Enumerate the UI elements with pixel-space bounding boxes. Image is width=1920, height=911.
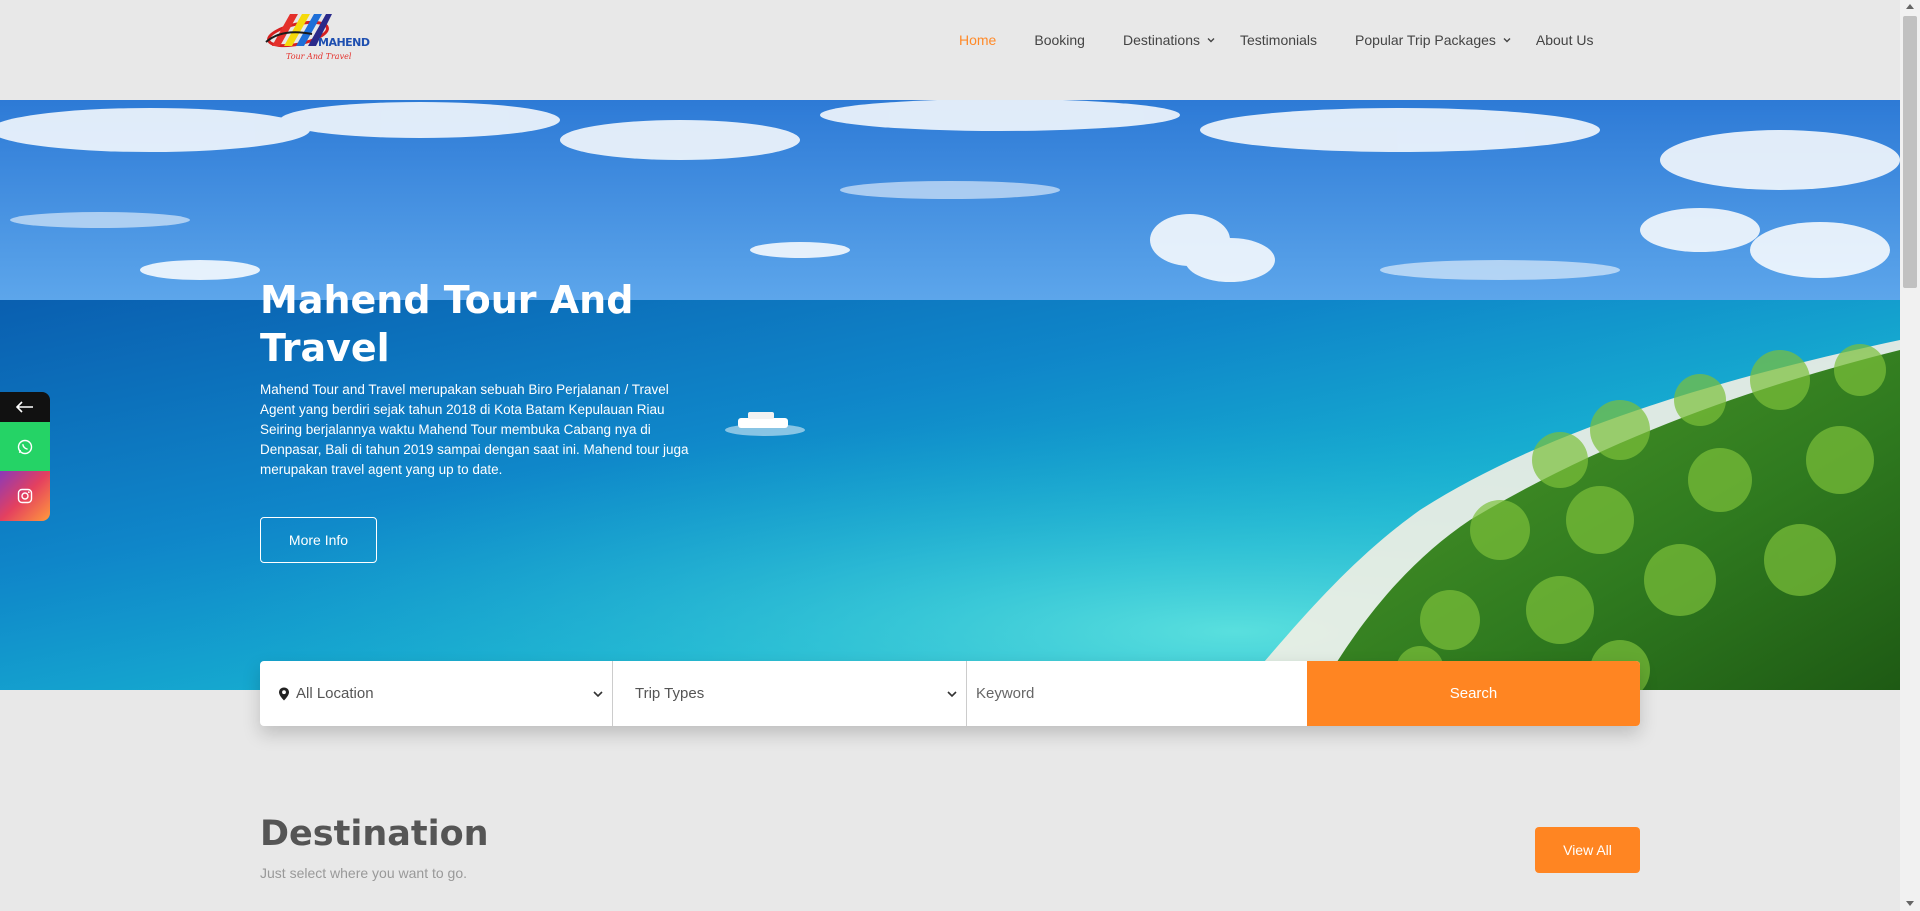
nav-about-us[interactable]: About Us: [1536, 32, 1594, 48]
nav-booking-label: Booking: [1034, 32, 1085, 48]
scroll-up-arrow-icon[interactable]: [1906, 4, 1914, 9]
hero-title: Mahend Tour And Travel: [260, 278, 634, 370]
nav-testimonials-label: Testimonials: [1240, 32, 1318, 48]
chevron-down-icon: [593, 691, 603, 698]
view-all-button[interactable]: View All: [1535, 827, 1640, 873]
whatsapp-icon: [17, 439, 33, 454]
arrow-left-icon: [16, 401, 33, 413]
chevron-down-icon: [947, 691, 957, 698]
map-pin-icon: [279, 687, 289, 700]
section-subtitle-destination: Just select where you want to go.: [260, 865, 467, 881]
more-info-button[interactable]: More Info: [260, 517, 377, 563]
nav-destinations[interactable]: Destinations: [1123, 32, 1216, 48]
search-button[interactable]: Search: [1307, 661, 1640, 726]
nav-about-us-label: About Us: [1535, 32, 1594, 48]
instagram-button[interactable]: [0, 471, 50, 521]
trip-types-select[interactable]: Trip Types: [613, 661, 967, 726]
nav-home-label: Home: [959, 32, 997, 48]
nav-popular-trip-packages-label: Popular Trip Packages: [1355, 32, 1496, 48]
scroll-down-arrow-icon[interactable]: [1906, 901, 1914, 906]
location-select-value: All Location: [296, 685, 374, 702]
chevron-down-icon: [1207, 38, 1215, 43]
nav-testimonials[interactable]: Testimonials: [1240, 32, 1317, 48]
page-scrollbar[interactable]: [1900, 0, 1920, 911]
instagram-icon: [17, 488, 33, 504]
nav-destinations-label: Destinations: [1122, 32, 1200, 48]
logo-tagline: Tour And Travel: [286, 52, 352, 61]
chevron-down-icon: [1503, 38, 1511, 43]
hero-banner: Mahend Tour And Travel Mahend Tour and T…: [0, 100, 1900, 690]
location-select[interactable]: All Location: [260, 661, 613, 726]
site-header: MAHEND Tour And Travel Home Booking Dest…: [0, 0, 1900, 100]
trip-search-bar: All Location Trip Types Search: [260, 661, 1640, 726]
social-toggle-button[interactable]: [0, 392, 50, 422]
scrollbar-thumb[interactable]: [1903, 16, 1917, 288]
hero-description: Mahend Tour and Travel merupakan sebuah …: [260, 382, 689, 477]
nav-popular-trip-packages[interactable]: Popular Trip Packages: [1355, 32, 1512, 48]
keyword-field: [967, 661, 1307, 726]
keyword-input[interactable]: [974, 684, 1278, 703]
section-title-destination: Destination: [260, 814, 489, 854]
logo-text: MAHEND: [318, 36, 370, 49]
main-nav: Home Booking Destinations Testimonials P…: [959, 30, 1593, 50]
nav-home[interactable]: Home: [959, 32, 996, 48]
whatsapp-button[interactable]: [0, 422, 50, 471]
nav-booking[interactable]: Booking: [1034, 32, 1085, 48]
trip-types-select-value: Trip Types: [635, 685, 705, 702]
